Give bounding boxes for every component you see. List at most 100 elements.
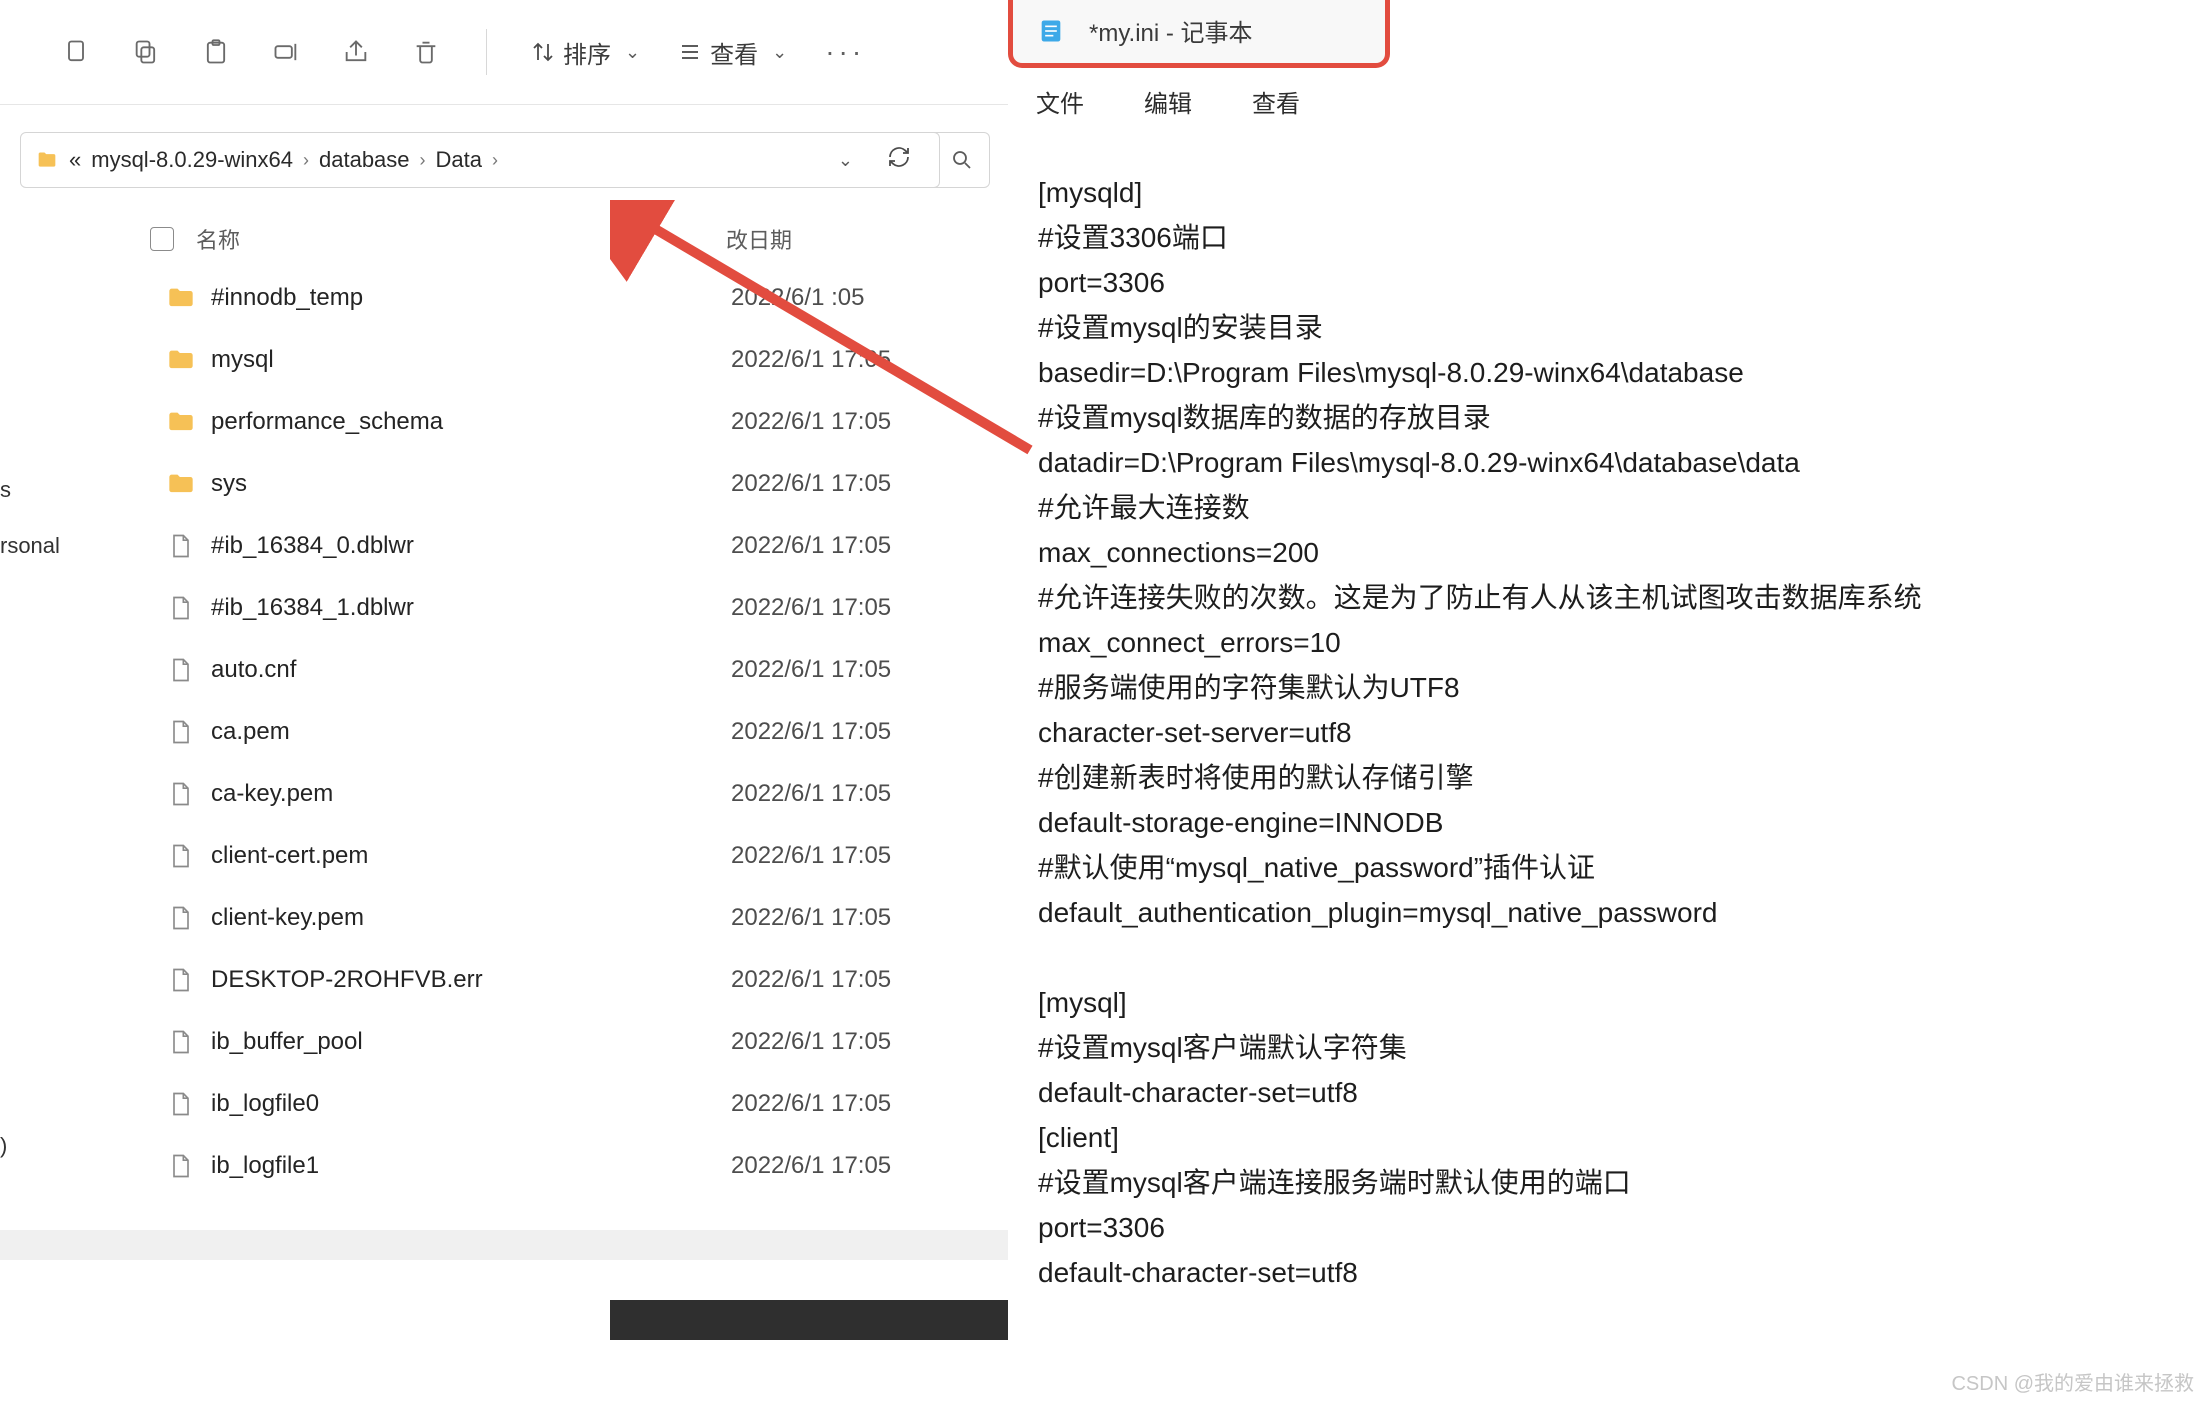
file-row[interactable]: #ib_16384_0.dblwr2022/6/1 17:05 [165,515,1010,577]
sidebar-text: ) [0,1116,60,1176]
menu-view[interactable]: 查看 [1252,84,1300,119]
column-name[interactable]: 名称 [196,223,726,255]
notepad-content[interactable]: [mysqld] #设置3306端口 port=3306 #设置mysql的安装… [1038,170,1922,1295]
rename-icon[interactable] [270,36,302,68]
watermark: CSDN @我的爱由谁来拯救 [1951,1367,2194,1396]
menu-edit[interactable]: 编辑 [1144,84,1192,119]
breadcrumb-item[interactable]: database [319,147,410,173]
file-row[interactable]: #ib_16384_1.dblwr2022/6/1 17:05 [165,577,1010,639]
file-date: 2022/6/1 17:05 [731,718,891,746]
explorer-toolbar: 排序 ⌄ 查看 ⌄ ··· [0,0,1010,105]
file-name: auto.cnf [211,656,731,684]
folder-icon [165,344,197,376]
share-icon[interactable] [340,36,372,68]
breadcrumb-item[interactable]: mysql-8.0.29-winx64 [91,147,293,173]
file-row[interactable]: sys2022/6/1 17:05 [165,453,1010,515]
file-icon [165,964,197,996]
breadcrumb-prefix: « [69,147,81,173]
file-name: client-key.pem [211,904,731,932]
file-name: ca-key.pem [211,780,731,808]
column-date[interactable]: 改日期 [726,223,792,255]
file-date: 2022/6/1 :05 [731,284,864,312]
file-date: 2022/6/1 17:05 [731,1028,891,1056]
notepad-menu: 文件 编辑 查看 [1036,84,1300,119]
file-row[interactable]: ca-key.pem2022/6/1 17:05 [165,763,1010,825]
folder-icon [165,406,197,438]
address-bar-row: « mysql-8.0.29-winx64 › database › Data … [20,125,990,195]
file-date: 2022/6/1 17:05 [731,408,891,436]
refresh-icon[interactable] [873,145,925,176]
sidebar-text: s [0,460,60,520]
file-row[interactable]: ib_buffer_pool2022/6/1 17:05 [165,1011,1010,1073]
taskbar-fragment [610,1300,1008,1340]
file-name: DESKTOP-2ROHFVB.err [211,966,731,994]
file-icon [165,1088,197,1120]
toolbar-separator [486,29,487,75]
sort-label: 排序 [563,35,611,70]
file-date: 2022/6/1 17:05 [731,1090,891,1118]
file-icon [165,530,197,562]
view-label: 查看 [710,35,758,70]
chevron-right-icon: › [492,150,498,171]
notepad-app-icon [1037,17,1065,45]
file-date: 2022/6/1 17:05 [731,842,891,870]
file-date: 2022/6/1 17:05 [731,656,891,684]
view-button[interactable]: 查看 ⌄ [678,35,787,70]
file-icon [165,840,197,872]
folder-icon [165,468,197,500]
address-bar[interactable]: « mysql-8.0.29-winx64 › database › Data … [20,132,940,188]
file-explorer-window: 排序 ⌄ 查看 ⌄ ··· « mysql-8.0.29-winx64 › da… [0,0,1010,1230]
file-name: ib_logfile0 [211,1090,731,1118]
file-row[interactable]: ib_logfile02022/6/1 17:05 [165,1073,1010,1135]
file-date: 2022/6/1 17:05 [731,1152,891,1180]
file-name: ib_logfile1 [211,1152,731,1180]
file-name: #ib_16384_0.dblwr [211,532,731,560]
file-icon [165,778,197,810]
more-button[interactable]: ··· [825,36,865,68]
notepad-window: *my.ini - 记事本 文件 编辑 查看 [mysqld] #设置3306端… [1008,0,2212,1410]
select-all-checkbox[interactable] [150,227,174,251]
file-name: #ib_16384_1.dblwr [211,594,731,622]
file-date: 2022/6/1 17:05 [731,470,891,498]
file-row[interactable]: DESKTOP-2ROHFVB.err2022/6/1 17:05 [165,949,1010,1011]
copy-icon[interactable] [60,36,92,68]
sidebar-text: rsonal [0,516,60,576]
file-row[interactable]: #innodb_temp2022/6/1 :05 [165,267,1010,329]
menu-file[interactable]: 文件 [1036,84,1084,119]
file-row[interactable]: auto.cnf2022/6/1 17:05 [165,639,1010,701]
duplicate-icon[interactable] [130,36,162,68]
file-name: ca.pem [211,718,731,746]
file-row[interactable]: mysql2022/6/1 17:05 [165,329,1010,391]
sort-button[interactable]: 排序 ⌄ [531,35,640,70]
file-icon [165,716,197,748]
file-date: 2022/6/1 17:05 [731,966,891,994]
chevron-right-icon: › [420,150,426,171]
file-icon [165,592,197,624]
file-row[interactable]: ib_logfile12022/6/1 17:05 [165,1135,1010,1197]
paste-icon[interactable] [200,36,232,68]
file-icon [165,1026,197,1058]
file-date: 2022/6/1 17:05 [731,594,891,622]
breadcrumb-item[interactable]: Data [436,147,482,173]
file-row[interactable]: ca.pem2022/6/1 17:05 [165,701,1010,763]
file-row[interactable]: client-key.pem2022/6/1 17:05 [165,887,1010,949]
chevron-down-icon[interactable]: ⌄ [828,150,863,171]
file-date: 2022/6/1 17:05 [731,780,891,808]
file-icon [165,902,197,934]
column-headers: 名称 改日期 [0,211,1010,267]
notepad-titlebar: *my.ini - 记事本 [1008,0,1390,68]
file-name: client-cert.pem [211,842,731,870]
file-name: performance_schema [211,408,731,436]
file-icon [165,1150,197,1182]
folder-icon [165,282,197,314]
file-date: 2022/6/1 17:05 [731,904,891,932]
file-row[interactable]: performance_schema2022/6/1 17:05 [165,391,1010,453]
chevron-down-icon: ⌄ [625,42,640,63]
delete-icon[interactable] [410,36,442,68]
file-name: mysql [211,346,731,374]
search-button[interactable] [934,132,990,188]
file-row[interactable]: client-cert.pem2022/6/1 17:05 [165,825,1010,887]
file-name: ib_buffer_pool [211,1028,731,1056]
chevron-down-icon: ⌄ [772,42,787,63]
file-name: sys [211,470,731,498]
